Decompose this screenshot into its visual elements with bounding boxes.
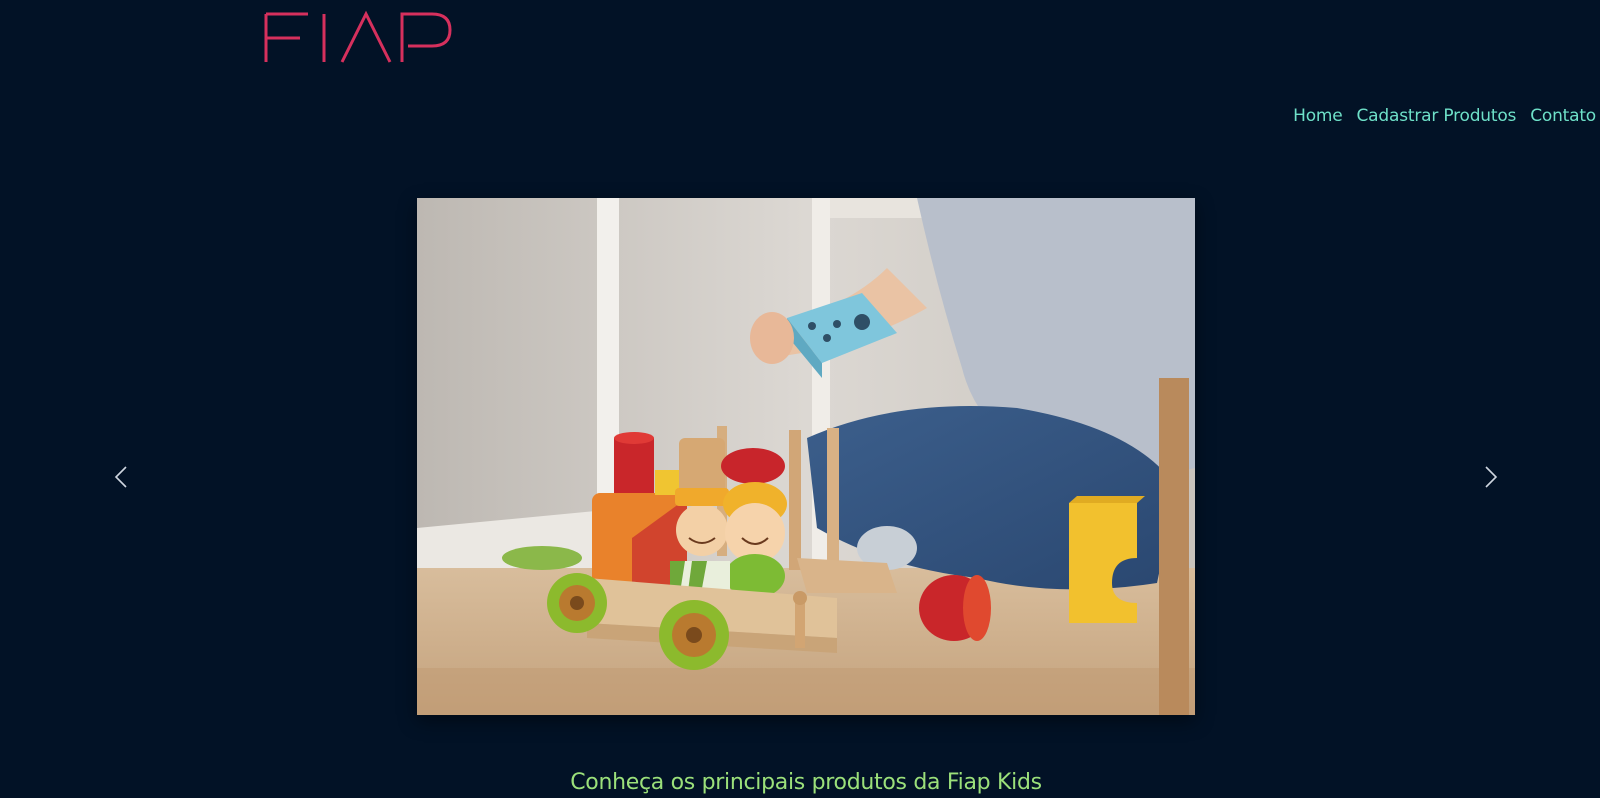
carousel-prev-button[interactable] (108, 462, 134, 492)
main-nav: Home Cadastrar Produtos Contato (1293, 106, 1596, 126)
nav-home-link[interactable]: Home (1293, 106, 1343, 126)
carousel-slide-image (417, 198, 1195, 715)
section-headline: Conheça os principais produtos da Fiap K… (570, 770, 1042, 795)
nav-cadastrar-produtos-link[interactable]: Cadastrar Produtos (1357, 106, 1517, 126)
chevron-left-icon (114, 466, 127, 488)
nav-contato-link[interactable]: Contato (1530, 106, 1596, 126)
fiap-logo-mark (264, 10, 452, 63)
chevron-right-icon (1485, 466, 1498, 488)
carousel-next-button[interactable] (1478, 462, 1504, 492)
page: Home Cadastrar Produtos Contato Conheça … (0, 0, 1600, 798)
fiap-logo[interactable] (262, 10, 454, 66)
toys-photo (417, 198, 1195, 715)
